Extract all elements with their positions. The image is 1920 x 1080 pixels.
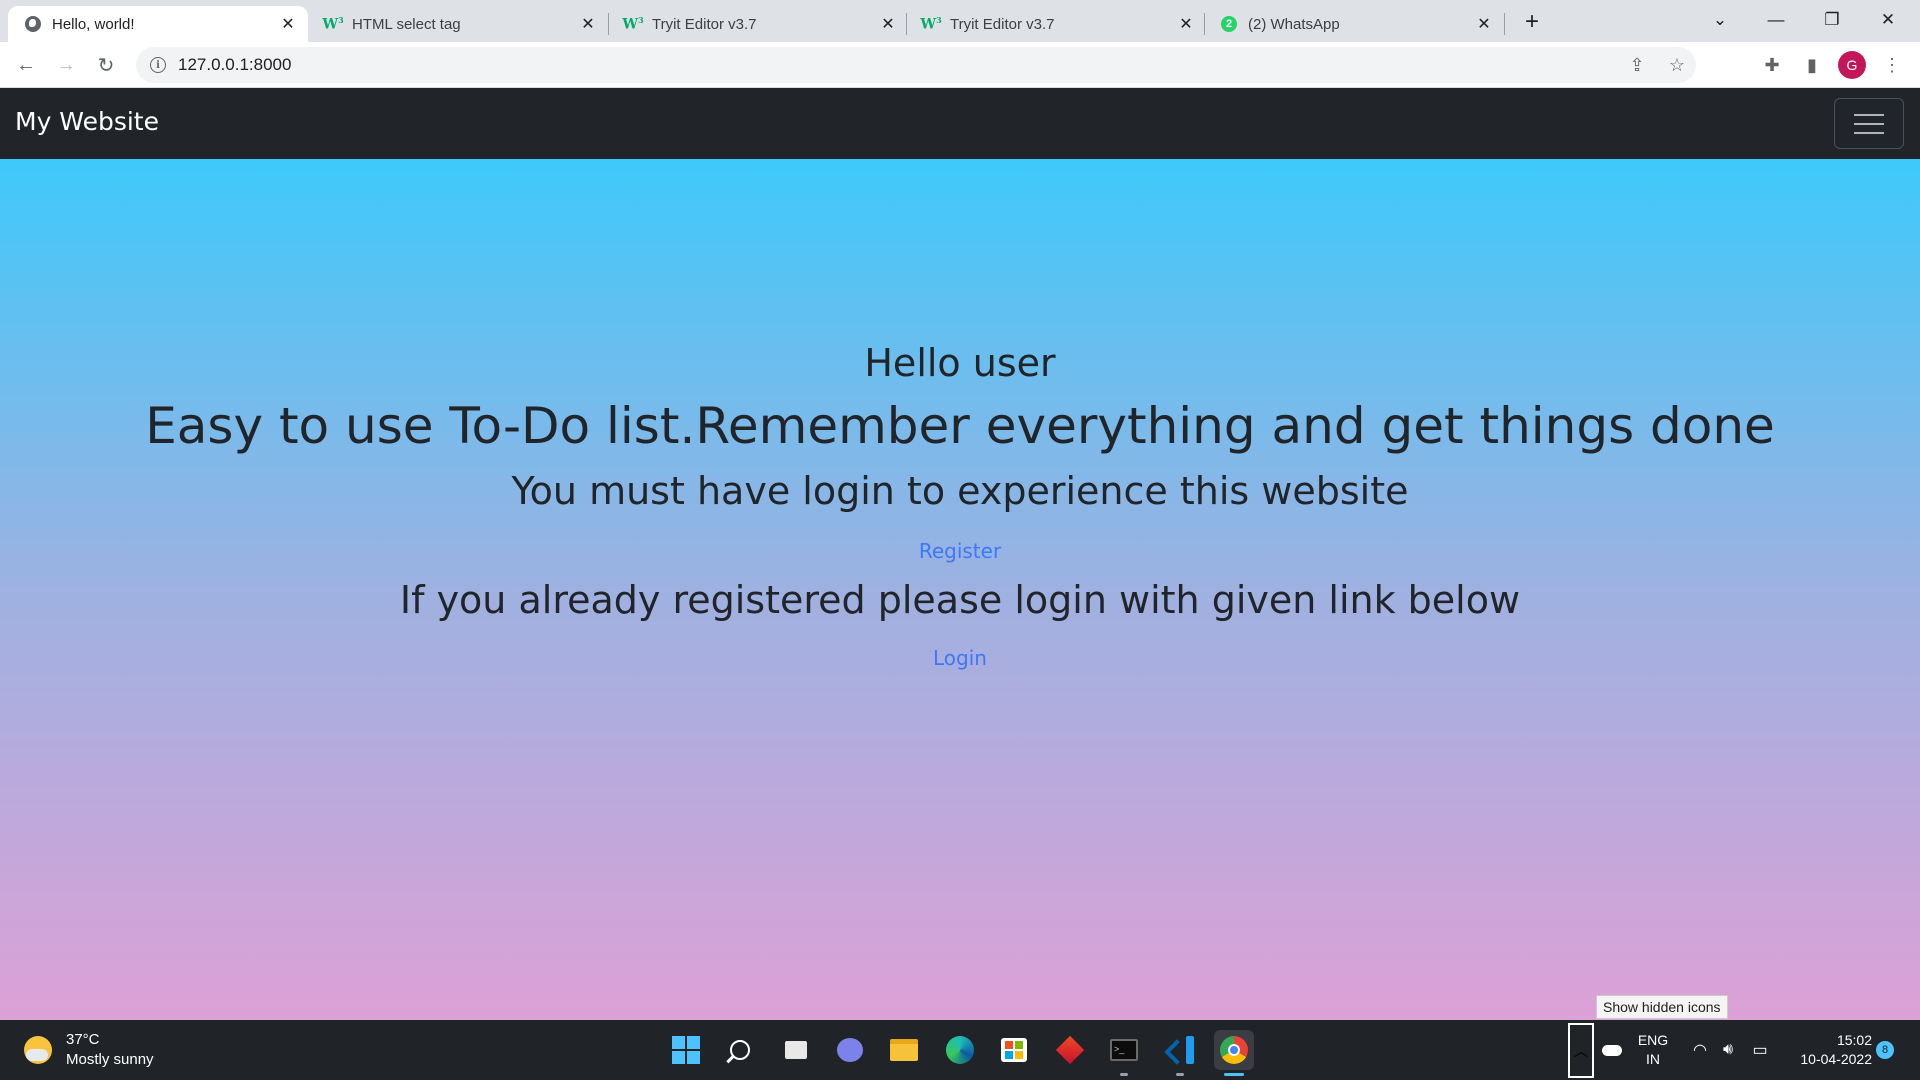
tab-title: Tryit Editor v3.7 — [950, 15, 1055, 33]
browser-tab-strip: Hello, world! ✕ W3 HTML select tag ✕ W3 … — [0, 0, 1920, 42]
edge-browser-icon[interactable] — [940, 1030, 980, 1070]
site-brand[interactable]: My Website — [15, 107, 159, 136]
new-tab-button[interactable]: + — [1518, 8, 1546, 36]
window-close-icon[interactable]: ✕ — [1860, 0, 1916, 40]
chat-icon[interactable] — [830, 1030, 870, 1070]
close-icon[interactable]: ✕ — [878, 14, 898, 34]
system-clock[interactable]: 15:02 10-04-2022 — [1782, 1031, 1872, 1069]
tab-search-chevron-icon[interactable]: ⌄ — [1692, 0, 1748, 40]
tab-separator — [1504, 13, 1505, 35]
language-indicator[interactable]: ENG IN — [1636, 1031, 1670, 1069]
browser-toolbar: ← → ↻ i 127.0.0.1:8000 ☆ ⇪ ✚ ▮ G ⋮ — [0, 42, 1920, 88]
extensions-puzzle-icon[interactable]: ✚ — [1756, 49, 1788, 81]
navbar-toggler-hamburger-icon[interactable] — [1834, 98, 1904, 149]
w3schools-icon: W3 — [920, 15, 942, 33]
onedrive-cloud-icon[interactable] — [1600, 1038, 1624, 1062]
clock-date: 10-04-2022 — [1800, 1051, 1872, 1067]
volume-icon[interactable]: 🔊︎ — [1716, 1038, 1740, 1062]
login-link[interactable]: Login — [0, 646, 1920, 670]
globe-icon — [24, 15, 42, 33]
tab-html-select-tag[interactable]: W3 HTML select tag ✕ — [308, 6, 608, 42]
close-icon[interactable]: ✕ — [1176, 14, 1196, 34]
reload-icon[interactable]: ↻ — [90, 49, 122, 81]
site-navbar: My Website — [0, 88, 1920, 159]
close-icon[interactable]: ✕ — [278, 14, 298, 34]
chrome-icon[interactable] — [1214, 1030, 1254, 1076]
tab-whatsapp[interactable]: 2 (2) WhatsApp ✕ — [1204, 6, 1504, 42]
vscode-icon[interactable] — [1160, 1030, 1200, 1076]
tab-title: HTML select tag — [352, 15, 461, 33]
windows-taskbar: 37°C Mostly sunny >_ — [0, 1020, 1920, 1080]
minimize-icon[interactable]: — — [1748, 0, 1804, 40]
terminal-icon[interactable]: >_ — [1104, 1030, 1144, 1076]
share-icon[interactable]: ⇪ — [1626, 54, 1648, 76]
tab-tryit-editor-2[interactable]: W3 Tryit Editor v3.7 ✕ — [906, 6, 1206, 42]
side-panel-icon[interactable]: ▮ — [1796, 49, 1828, 81]
tab-title: Hello, world! — [52, 15, 135, 33]
headline: Easy to use To-Do list.Remember everythi… — [145, 397, 1775, 455]
tab-hello-world[interactable]: Hello, world! ✕ — [8, 6, 308, 42]
whatsapp-icon: 2 — [1220, 15, 1238, 33]
address-bar[interactable]: i 127.0.0.1:8000 ☆ ⇪ — [136, 47, 1696, 83]
close-icon[interactable]: ✕ — [1474, 14, 1494, 34]
forward-arrow-icon[interactable]: → — [50, 49, 82, 81]
already-registered-text: If you already registered please login w… — [399, 578, 1521, 622]
profile-avatar[interactable]: G — [1838, 51, 1866, 79]
clock-time: 15:02 — [1836, 1032, 1872, 1048]
search-icon[interactable] — [720, 1030, 760, 1070]
task-view-icon[interactable] — [776, 1030, 816, 1070]
tab-title: (2) WhatsApp — [1248, 15, 1340, 33]
login-notice: You must have login to experience this w… — [511, 469, 1409, 513]
weather-widget[interactable]: 37°C Mostly sunny — [24, 1030, 154, 1070]
file-explorer-icon[interactable] — [884, 1030, 924, 1070]
weather-temp: 37°C — [66, 1031, 100, 1048]
wifi-icon[interactable]: ◠ — [1688, 1038, 1712, 1062]
register-link[interactable]: Register — [0, 539, 1920, 563]
notification-badge[interactable]: 8 — [1876, 1041, 1894, 1059]
battery-icon[interactable]: ▭ — [1748, 1038, 1772, 1062]
w3schools-icon: W3 — [622, 15, 644, 33]
bookmark-star-icon[interactable]: ☆ — [1666, 54, 1688, 76]
menu-kebab-icon[interactable]: ⋮ — [1876, 49, 1908, 81]
w3schools-icon: W3 — [322, 15, 344, 33]
greeting-heading: Hello user — [864, 341, 1056, 385]
hero-section: Hello user Easy to use To-Do list.Rememb… — [0, 159, 1920, 1020]
show-hidden-icons-tooltip: Show hidden icons — [1596, 995, 1728, 1019]
site-info-icon[interactable]: i — [150, 57, 166, 73]
microsoft-store-icon[interactable] — [994, 1030, 1034, 1070]
url-text: 127.0.0.1:8000 — [178, 55, 292, 74]
git-app-icon[interactable] — [1050, 1030, 1090, 1070]
show-hidden-icons-chevron-icon[interactable]: ︿ — [1568, 1023, 1594, 1078]
tab-tryit-editor-1[interactable]: W3 Tryit Editor v3.7 ✕ — [608, 6, 908, 42]
restore-icon[interactable]: ❐ — [1804, 0, 1860, 40]
tab-title: Tryit Editor v3.7 — [652, 15, 757, 33]
start-windows-icon[interactable] — [666, 1030, 706, 1070]
back-arrow-icon[interactable]: ← — [10, 49, 42, 81]
partly-sunny-icon — [24, 1036, 52, 1064]
weather-condition: Mostly sunny — [66, 1051, 154, 1068]
close-icon[interactable]: ✕ — [578, 14, 598, 34]
